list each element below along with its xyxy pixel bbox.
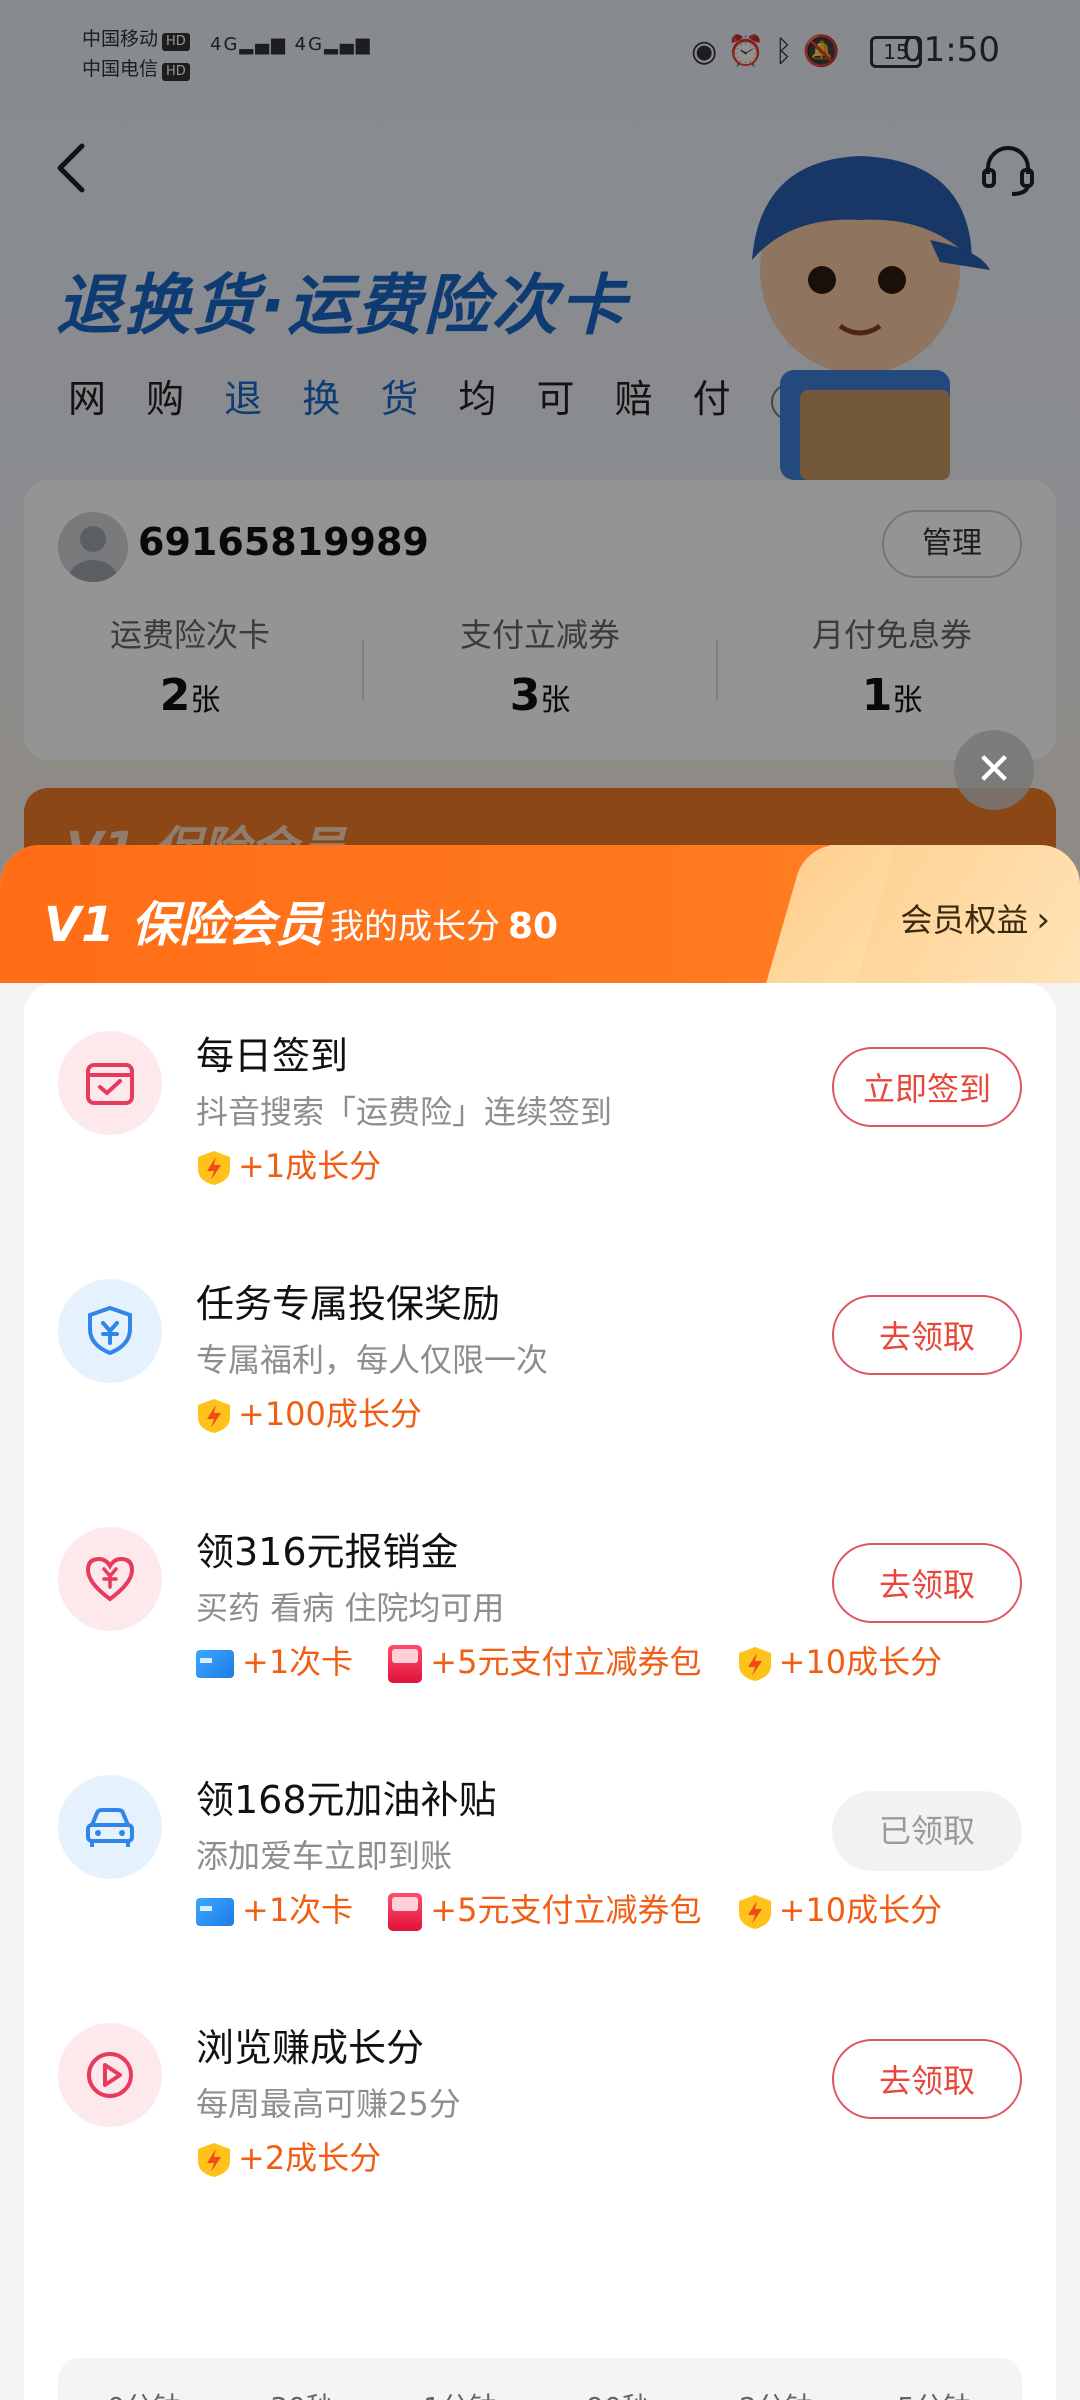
timer-label: 0分钟 — [84, 2386, 204, 2400]
play-icon — [58, 2023, 162, 2127]
task-rewards: +1次卡 +5元支付立减券包 +10成长分 — [196, 1637, 972, 1683]
task-rewards: +1成长分 — [196, 1141, 411, 1185]
timer-label: 90秒 — [558, 2386, 678, 2400]
close-icon[interactable]: ✕ — [954, 730, 1034, 810]
reward-growth: +10成长分 — [737, 1885, 942, 1931]
card-icon — [196, 1650, 234, 1678]
task-insure-reward: 任务专属投保奖励 专属福利，每人仅限一次 +100成长分 去领取 — [24, 1231, 1056, 1479]
task-medical-fund: 领316元报销金 买药 看病 住院均可用 +1次卡 +5元支付立减券包 +10成… — [24, 1479, 1056, 1727]
claimed-button: 已领取 — [832, 1791, 1022, 1871]
member-sheet: V1 保险会员 我的成长分 80 会员权益 › 每日签到 抖音搜索「运费险」连续签到… — [0, 845, 1080, 2400]
task-daily-checkin: 每日签到 抖音搜索「运费险」连续签到 +1成长分 立即签到 — [24, 983, 1056, 1231]
reward-card: +1次卡 — [196, 1637, 353, 1683]
task-rewards: +1次卡 +5元支付立减券包 +10成长分 — [196, 1885, 972, 1931]
task-list: 每日签到 抖音搜索「运费险」连续签到 +1成长分 立即签到 任务专属投保奖励 专… — [24, 983, 1056, 2400]
claim-button[interactable]: 去领取 — [832, 1543, 1022, 1623]
claim-button[interactable]: 去领取 — [832, 1295, 1022, 1375]
shield-bolt-icon — [198, 2143, 230, 2177]
reward-growth: +1成长分 — [196, 1141, 381, 1187]
heart-yuan-icon — [58, 1527, 162, 1631]
task-title: 浏览赚成长分 — [196, 2026, 425, 2070]
task-subtitle: 抖音搜索「运费险」连续签到 — [196, 1093, 613, 1131]
growth-score: 我的成长分 80 — [330, 906, 559, 947]
reward-coupon: +5元支付立减券包 — [388, 1885, 701, 1931]
reward-growth: +100成长分 — [196, 1389, 422, 1435]
timer-label: 5分钟 — [874, 2386, 994, 2400]
task-title: 领168元加油补贴 — [196, 1778, 497, 1822]
coupon-icon — [388, 1893, 423, 1931]
reward-card: +1次卡 — [196, 1885, 353, 1931]
sheet-header: V1 保险会员 我的成长分 80 会员权益 › — [0, 845, 1080, 983]
timer-label: 1分钟 — [400, 2386, 520, 2400]
chevron-right-icon: › — [1036, 900, 1050, 940]
growth-score-value: 80 — [508, 906, 559, 947]
timer-label: 30秒 — [242, 2386, 362, 2400]
task-rewards: +2成长分 — [196, 2133, 411, 2177]
task-subtitle: 每周最高可赚25分 — [196, 2085, 461, 2123]
task-browse: 浏览赚成长分 每周最高可赚25分 +2成长分 去领取 — [24, 1975, 1056, 2223]
shield-bolt-icon — [198, 1151, 230, 1185]
calendar-check-icon — [58, 1031, 162, 1135]
coupon-icon — [388, 1645, 423, 1683]
task-subtitle: 买药 看病 住院均可用 — [196, 1589, 505, 1627]
task-subtitle: 专属福利，每人仅限一次 — [196, 1341, 549, 1379]
shield-bolt-icon — [198, 1399, 230, 1433]
shield-bolt-icon — [738, 1895, 771, 1929]
member-level-title: V1 保险会员 — [44, 897, 324, 953]
claim-button[interactable]: 去领取 — [832, 2039, 1022, 2119]
task-title: 每日签到 — [196, 1034, 349, 1078]
shield-bolt-icon — [738, 1647, 771, 1681]
checkin-button[interactable]: 立即签到 — [832, 1047, 1022, 1127]
task-rewards: +100成长分 — [196, 1389, 452, 1433]
task-title: 领316元报销金 — [196, 1530, 459, 1574]
task-subtitle: 添加爱车立即到账 — [196, 1837, 453, 1875]
card-icon — [196, 1898, 234, 1926]
timer-label: 2分钟 — [716, 2386, 836, 2400]
member-benefits-link[interactable]: 会员权益 › — [900, 895, 1050, 941]
reward-growth: +2成长分 — [196, 2133, 381, 2179]
browse-timer-progress: 0分钟 30秒 1分钟 90秒 2分钟 5分钟 ✔ ··· 2 ··· 3 ··… — [58, 2358, 1022, 2400]
shield-yuan-icon — [58, 1279, 162, 1383]
car-icon — [58, 1775, 162, 1879]
reward-growth: +10成长分 — [737, 1637, 942, 1683]
task-title: 任务专属投保奖励 — [196, 1282, 501, 1326]
task-fuel-subsidy: 领168元加油补贴 添加爱车立即到账 +1次卡 +5元支付立减券包 +10成长分… — [24, 1727, 1056, 1975]
reward-coupon: +5元支付立减券包 — [388, 1637, 701, 1683]
